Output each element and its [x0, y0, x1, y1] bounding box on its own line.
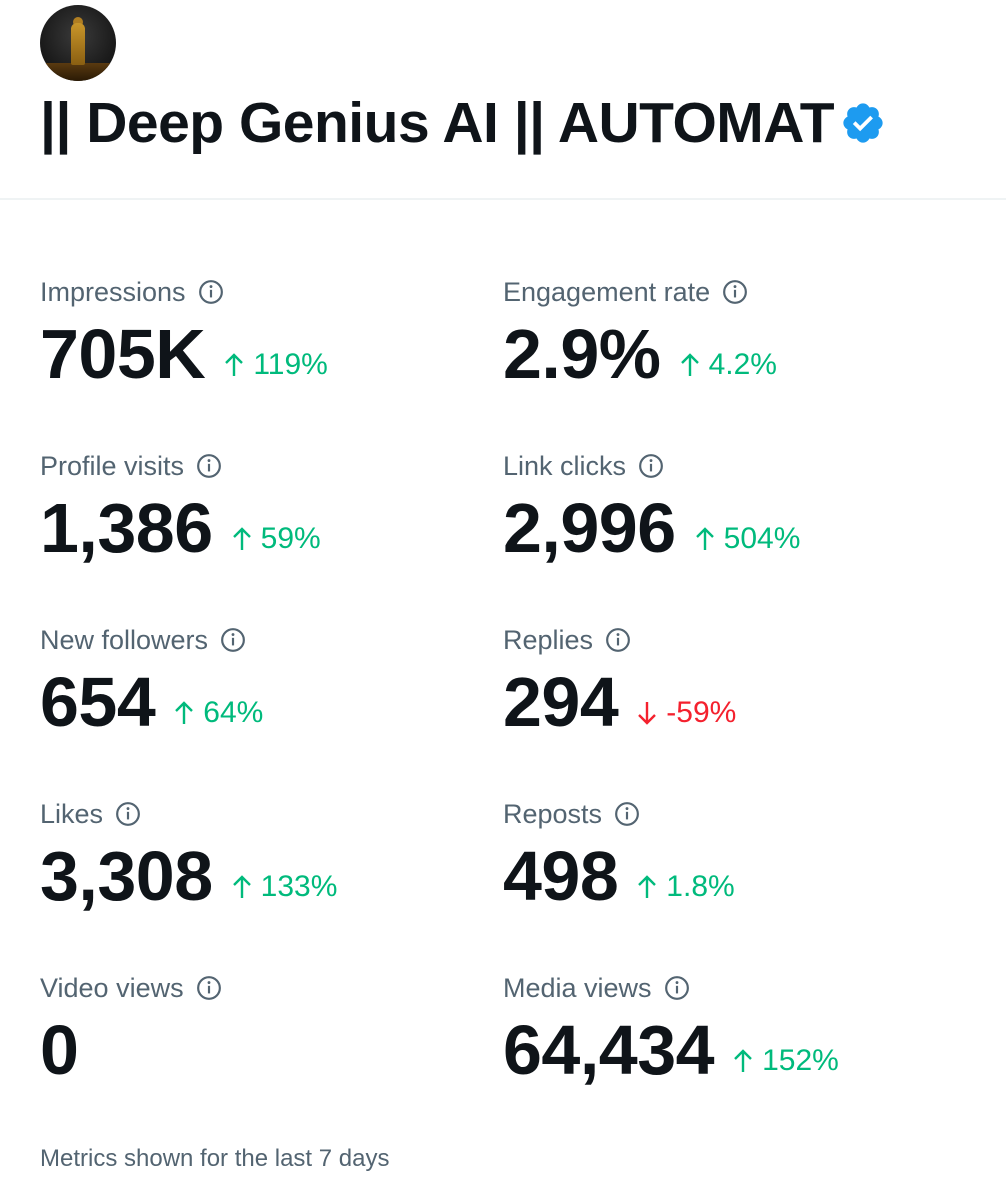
- metric-media-views: Media views 64,434 152%: [503, 968, 943, 1128]
- avatar[interactable]: [40, 5, 116, 81]
- info-icon[interactable]: [198, 279, 224, 305]
- metric-label: Video views: [40, 972, 184, 1003]
- metric-video-views: Video views 0: [40, 968, 480, 1128]
- metric-label-row: New followers: [40, 620, 480, 660]
- arrow-down-icon: [638, 702, 657, 725]
- metric-label-row: Reposts: [503, 794, 943, 834]
- metric-change: 1.8%: [636, 870, 735, 904]
- metric-label: Likes: [40, 798, 104, 829]
- metric-change-value: 504%: [723, 522, 801, 555]
- metric-value-row: 705K 119%: [40, 312, 480, 396]
- metric-new-followers: New followers 654 64%: [40, 620, 480, 780]
- metric-label-row: Link clicks: [503, 446, 943, 486]
- metric-label: Impressions: [40, 276, 186, 307]
- metric-value-row: 3,308 133%: [40, 834, 480, 918]
- arrow-up-icon: [232, 527, 251, 550]
- metric-link-clicks: Link clicks 2,996 504%: [503, 446, 943, 606]
- verified-badge-icon: [843, 103, 883, 143]
- metric-value: 294: [503, 663, 619, 741]
- metric-label: Media views: [503, 972, 652, 1003]
- metric-value: 3,308: [40, 837, 213, 915]
- arrow-up-icon: [695, 527, 714, 550]
- metric-change: 64%: [173, 696, 263, 730]
- metric-change: 119%: [223, 348, 328, 382]
- metric-value: 1,386: [40, 489, 213, 567]
- metric-change: -59%: [636, 696, 736, 730]
- metric-engagement-rate: Engagement rate 2.9% 4.2%: [503, 272, 943, 432]
- info-icon[interactable]: [196, 975, 222, 1001]
- metric-change-value: 59%: [260, 522, 321, 555]
- metric-value: 498: [503, 837, 619, 915]
- metrics-footer-note: Metrics shown for the last 7 days: [40, 1145, 390, 1172]
- metric-label-row: Likes: [40, 794, 480, 834]
- metric-value: 2.9%: [503, 315, 661, 393]
- arrow-up-icon: [638, 875, 657, 898]
- info-icon[interactable]: [196, 453, 222, 479]
- metric-value: 0: [40, 1011, 79, 1089]
- arrow-up-icon: [232, 875, 251, 898]
- metric-label-row: Media views: [503, 968, 943, 1008]
- avatar-figure: [71, 23, 85, 65]
- arrow-up-icon: [734, 1049, 752, 1072]
- metric-change: 4.2%: [679, 348, 777, 382]
- header-divider: [0, 198, 1006, 200]
- metric-change-value: 152%: [762, 1044, 839, 1077]
- metric-change-value: 133%: [260, 870, 338, 903]
- metric-label: New followers: [40, 624, 209, 655]
- metric-value-row: 294 -59%: [503, 660, 943, 744]
- arrow-up-icon: [680, 353, 699, 376]
- metric-profile-visits: Profile visits 1,386 59%: [40, 446, 480, 606]
- metric-change-value: 119%: [253, 348, 328, 381]
- metric-label: Engagement rate: [503, 276, 711, 307]
- profile-name[interactable]: || Deep Genius AI || AUTOMAT: [40, 90, 835, 156]
- info-icon[interactable]: [722, 279, 748, 305]
- metric-label: Replies: [503, 624, 594, 655]
- info-icon[interactable]: [115, 801, 141, 827]
- info-icon[interactable]: [220, 627, 246, 653]
- metric-change-value: -59%: [666, 696, 737, 729]
- arrow-up-icon: [175, 701, 194, 724]
- metric-change: 133%: [231, 870, 338, 904]
- metric-impressions: Impressions 705K 119%: [40, 272, 480, 432]
- metric-label: Profile visits: [40, 450, 185, 481]
- metric-change: 152%: [732, 1044, 839, 1078]
- metric-change: 59%: [231, 522, 321, 556]
- metric-label-row: Impressions: [40, 272, 480, 312]
- metric-value: 705K: [40, 315, 206, 393]
- metric-change-value: 1.8%: [666, 870, 735, 903]
- metric-label-row: Profile visits: [40, 446, 480, 486]
- profile-name-row: || Deep Genius AI || AUTOMAT: [40, 90, 886, 156]
- info-icon[interactable]: [614, 801, 640, 827]
- metric-label-row: Video views: [40, 968, 480, 1008]
- metric-label-row: Engagement rate: [503, 272, 943, 312]
- metric-value: 654: [40, 663, 156, 741]
- metric-change-value: 64%: [203, 696, 264, 729]
- metric-value-row: 64,434 152%: [503, 1008, 943, 1092]
- info-icon[interactable]: [605, 627, 631, 653]
- info-icon[interactable]: [638, 453, 664, 479]
- info-icon[interactable]: [664, 975, 690, 1001]
- arrow-up-icon: [225, 353, 244, 376]
- metric-value-row: 2.9% 4.2%: [503, 312, 943, 396]
- metric-replies: Replies 294 -59%: [503, 620, 943, 780]
- metric-reposts: Reposts 498 1.8%: [503, 794, 943, 954]
- avatar-floor: [40, 63, 116, 81]
- metric-value-row: 1,386 59%: [40, 486, 480, 570]
- metric-value-row: 0: [40, 1008, 480, 1092]
- metric-change: 504%: [694, 522, 801, 556]
- analytics-page: || Deep Genius AI || AUTOMAT Impressions…: [0, 0, 1006, 1200]
- metric-value: 64,434: [503, 1011, 715, 1089]
- metric-value-row: 498 1.8%: [503, 834, 943, 918]
- metric-value-row: 654 64%: [40, 660, 480, 744]
- metric-value-row: 2,996 504%: [503, 486, 943, 570]
- metric-label: Link clicks: [503, 450, 627, 481]
- metric-change-value: 4.2%: [708, 348, 777, 381]
- metric-label-row: Replies: [503, 620, 943, 660]
- metric-label: Reposts: [503, 798, 603, 829]
- metric-value: 2,996: [503, 489, 676, 567]
- metric-likes: Likes 3,308 133%: [40, 794, 480, 954]
